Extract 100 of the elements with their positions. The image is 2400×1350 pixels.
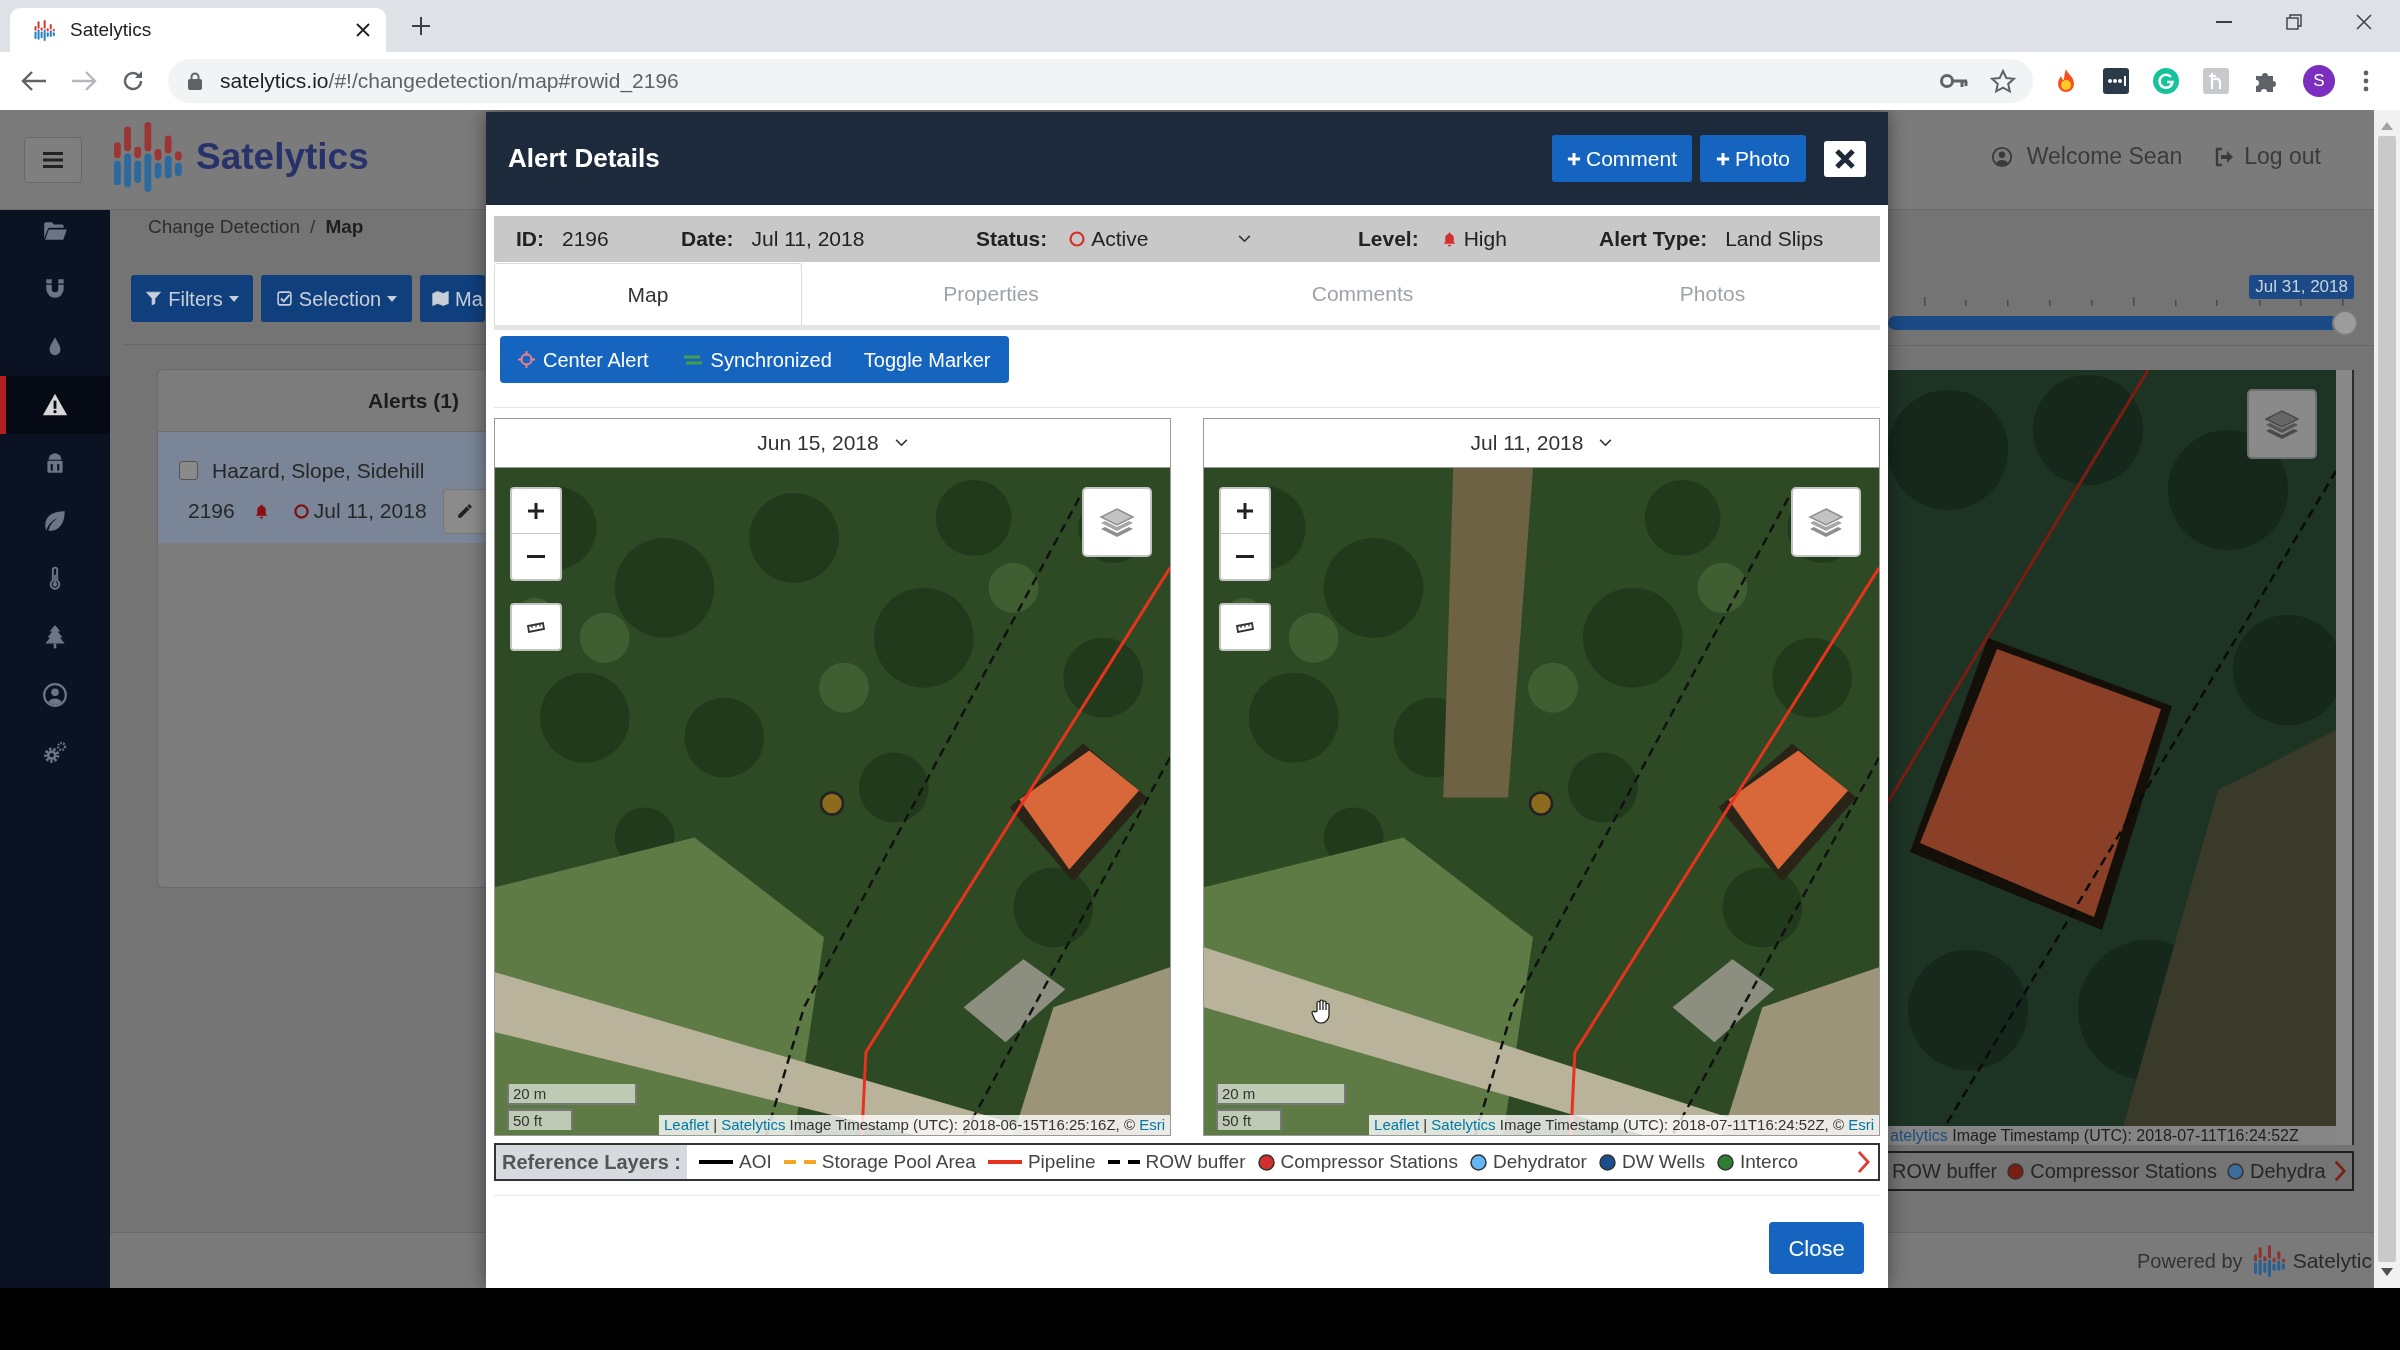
toolbar-button[interactable]: Selection	[261, 275, 412, 322]
zoom-out-button[interactable]	[1219, 534, 1271, 581]
chevron-right-icon[interactable]	[2334, 1159, 2346, 1183]
browser-tab[interactable]: Satelytics	[10, 8, 386, 52]
ring-icon[interactable]	[2153, 68, 2179, 94]
filter-icon	[145, 290, 163, 307]
field-label: Alert Type:	[1599, 226, 1708, 253]
legend-label: Interco	[1739, 1149, 1799, 1174]
layers-button[interactable]	[1791, 487, 1861, 557]
close-button[interactable]: Close	[1769, 1222, 1864, 1274]
caret-down-icon	[228, 295, 239, 302]
chevron-down-icon	[1599, 439, 1613, 447]
breadcrumb-link[interactable]: Change Detection	[148, 212, 301, 242]
alert-marker-icon[interactable]	[819, 791, 845, 816]
key-icon[interactable]	[1940, 73, 1968, 89]
url-text: satelytics.io/#!/changedetection/map#rowid_2196	[220, 68, 679, 95]
toolbar-button[interactable]: Synchronized	[666, 336, 848, 383]
date-dropdown[interactable]: Jul 11, 2018	[1203, 418, 1880, 468]
field-label: Date:	[681, 226, 734, 253]
alert-list-item[interactable]: Hazard, Slope, Sidehill 2196 Jul 11, 2018	[158, 432, 486, 543]
menu-button[interactable]	[24, 136, 82, 183]
measure-button[interactable]	[510, 603, 562, 651]
chevron-right-icon[interactable]	[1857, 1150, 1870, 1174]
date-dropdown[interactable]: Jun 15, 2018	[494, 418, 1171, 468]
hamburger-icon	[43, 151, 63, 168]
address-bar[interactable]: satelytics.io/#!/changedetection/map#rowid_2196	[168, 59, 2033, 103]
logo-icon	[2252, 1244, 2287, 1277]
toolbar-button[interactable]: Center Alert	[500, 336, 667, 383]
scrollbar-thumb[interactable]	[2378, 136, 2396, 1262]
pencil-icon	[456, 502, 474, 520]
brand-name: Satelytics	[196, 134, 369, 179]
tab[interactable]: Map	[494, 263, 802, 325]
user-circle-icon	[42, 682, 68, 708]
attribution-link[interactable]: Esri	[1848, 1116, 1874, 1133]
toolbar-button[interactable]: Ma	[420, 275, 485, 322]
plus-icon[interactable]	[411, 16, 431, 36]
scale-bar: 20 m	[507, 1084, 637, 1105]
toolbar-button[interactable]: Toggle Marker	[847, 336, 1009, 383]
close-icon	[1834, 147, 1856, 170]
slider-thumb[interactable]	[2332, 310, 2358, 336]
restore-icon[interactable]	[2286, 14, 2302, 30]
alert-date: Jul 11, 2018	[313, 498, 427, 525]
zoom-in-button[interactable]	[510, 487, 562, 534]
scroll-down-icon[interactable]	[2381, 1268, 2393, 1276]
alert-id: 2196	[188, 498, 235, 525]
measure-button[interactable]	[1219, 603, 1271, 651]
legend-label: ROW buffer	[1892, 1159, 1998, 1184]
dots-square-icon[interactable]	[2103, 68, 2129, 94]
tree-icon	[42, 624, 68, 650]
toolbar-button[interactable]: Filters	[131, 275, 253, 322]
scroll-up-icon[interactable]	[2381, 122, 2393, 130]
ruler-icon	[1235, 621, 1255, 633]
map-attribution: atelytics Image Timestamp (UTC): 2018-07-11T16:24:52Z	[1888, 1126, 2336, 1145]
layers-button[interactable]	[2247, 389, 2317, 459]
zoom-out-button[interactable]	[510, 534, 562, 581]
scrollbar[interactable]	[2374, 110, 2400, 1288]
add-button[interactable]: Comment	[1552, 135, 1692, 182]
tile-icon[interactable]	[2203, 68, 2229, 94]
field-label: ID:	[516, 226, 544, 253]
layers-button[interactable]	[1082, 487, 1152, 557]
ruler-icon	[526, 621, 546, 633]
chevron-down-icon	[894, 439, 908, 447]
field-value: Jul 11, 2018	[751, 226, 865, 253]
settings-icon	[42, 740, 68, 766]
legend-label: Dehydrator	[1492, 1149, 1587, 1174]
map-attribution: Leaflet | Satelytics Image Timestamp (UTC): 2018-06-15T16:25:16Z, © Esri	[658, 1115, 1170, 1135]
attribution-link[interactable]: Satelytics	[721, 1116, 786, 1133]
edit-button[interactable]	[443, 488, 486, 534]
hand-cursor-icon	[1311, 999, 1332, 1024]
layers-icon	[1806, 505, 1846, 539]
legend-label: Compressor Stations	[2030, 1159, 2217, 1184]
zoom-in-button[interactable]	[1219, 487, 1271, 534]
close-icon[interactable]	[2356, 14, 2372, 30]
plus-icon	[527, 502, 545, 520]
attribution-link[interactable]: Esri	[1139, 1116, 1165, 1133]
star-icon[interactable]	[1990, 68, 2016, 94]
attribution-link[interactable]: Satelytics	[1431, 1116, 1496, 1133]
crosshair-icon	[518, 351, 535, 368]
scale-bar: 20 m	[1216, 1084, 1346, 1105]
favicon-icon	[34, 19, 56, 41]
profile-avatar[interactable]: S	[2303, 65, 2335, 97]
close-icon[interactable]	[356, 23, 370, 37]
add-button[interactable]: Photo	[1700, 135, 1806, 182]
user-circle-icon	[1990, 145, 2013, 168]
legend-label: AOI	[739, 1149, 772, 1174]
alert-marker-icon[interactable]	[1528, 791, 1554, 816]
back-icon[interactable]	[20, 69, 48, 93]
layers-icon	[1097, 505, 1137, 539]
sidebar-item[interactable]	[0, 376, 110, 434]
alert-title: Hazard, Slope, Sidehill	[212, 458, 425, 484]
close-button[interactable]	[1824, 140, 1866, 177]
legend-title: Reference Layers :	[496, 1145, 687, 1179]
attribution-link[interactable]: Leaflet	[663, 1116, 709, 1133]
field-label: Level:	[1358, 226, 1419, 253]
attribution-link[interactable]: Leaflet	[1374, 1116, 1420, 1133]
timeline-slider[interactable]	[1888, 310, 2358, 336]
menu-icon[interactable]	[2363, 70, 2369, 92]
sign-out-icon	[2214, 146, 2235, 167]
status-dropdown[interactable]: Active	[1069, 223, 1252, 255]
checkbox[interactable]	[179, 461, 198, 481]
